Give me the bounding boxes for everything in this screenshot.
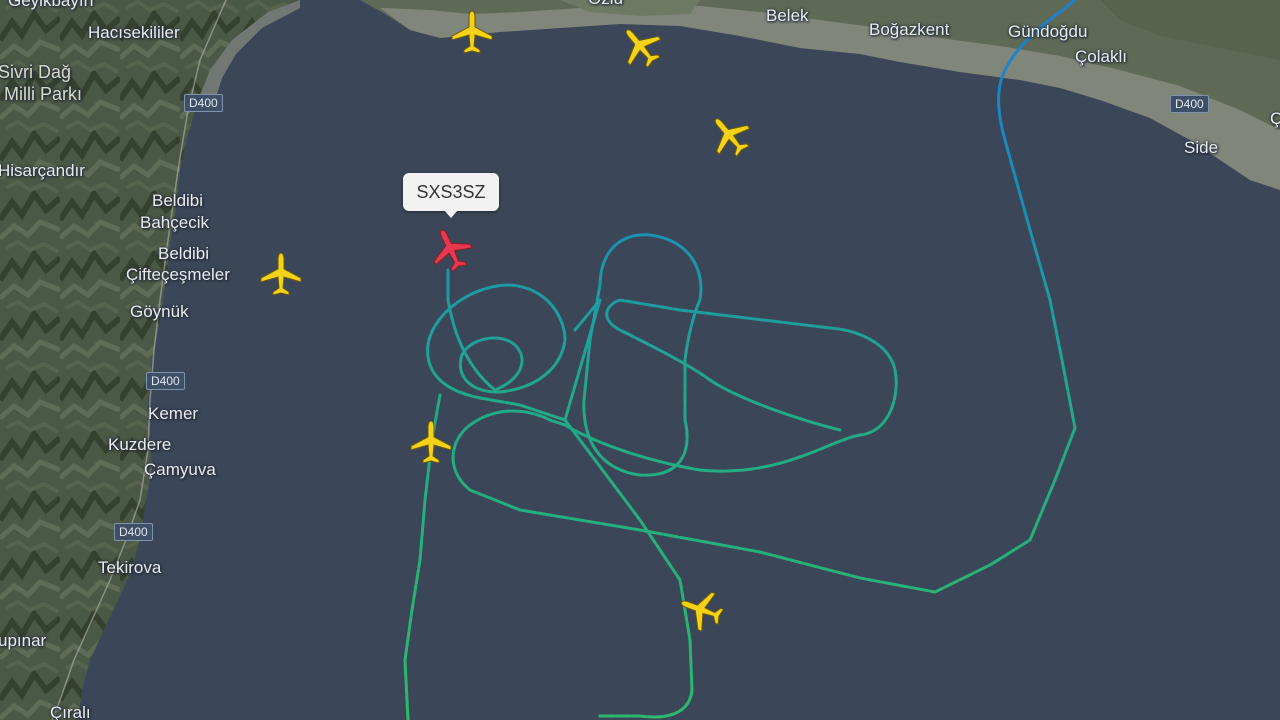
callout-pointer: [444, 210, 458, 218]
flight-callout[interactable]: SXS3SZ: [403, 173, 499, 218]
road-shield-d400: D400: [146, 372, 185, 390]
airplane-icon: [260, 252, 302, 296]
place-label: Kemer: [148, 404, 199, 423]
aircraft[interactable]: [448, 9, 496, 57]
place-label: Bahçecik: [140, 213, 209, 232]
airplane-icon: [451, 10, 493, 54]
place-label: Çamyuva: [144, 460, 216, 479]
place-label: Göynük: [130, 302, 189, 321]
flight-track: [403, 0, 1077, 720]
place-label: upınar: [0, 631, 47, 650]
land-west: [0, 0, 300, 720]
place-label: Boğazkent: [869, 20, 950, 39]
road-shield-d400: D400: [114, 523, 153, 541]
place-label: Çıralı: [50, 703, 91, 720]
aircraft[interactable]: [407, 419, 455, 467]
place-label: Belek: [766, 6, 809, 25]
place-label: Çolaklı: [1075, 47, 1127, 66]
airplane-icon: [410, 420, 452, 464]
park-label: Sivri Dağ: [0, 62, 72, 82]
road-shield-d400: D400: [1170, 95, 1209, 113]
flight-callsign: SXS3SZ: [416, 182, 486, 202]
place-label: Beldibi: [152, 191, 204, 210]
place-label: Gündoğdu: [1008, 22, 1088, 41]
place-label: Kuzdere: [108, 435, 172, 454]
place-label: Hisarçandır: [0, 161, 85, 180]
flight-track-path: [403, 0, 1077, 720]
place-label: Çifteçeşmeler: [126, 265, 230, 284]
place-label: Hacısekililer: [88, 23, 180, 42]
place-label: Özlü: [588, 0, 623, 8]
place-label: Tekirova: [98, 558, 162, 577]
place-label: Side: [1184, 138, 1219, 157]
place-label: Ç: [1270, 109, 1280, 128]
flight-map[interactable]: Geyikbayırı Hacısekililer Sivri Dağ Mill…: [0, 0, 1280, 720]
place-label: Geyikbayırı: [8, 0, 94, 10]
road-shield-d400: D400: [184, 94, 223, 112]
place-label: Beldibi: [158, 244, 210, 263]
park-label: Milli Parkı: [4, 84, 83, 104]
aircraft[interactable]: [257, 251, 305, 299]
